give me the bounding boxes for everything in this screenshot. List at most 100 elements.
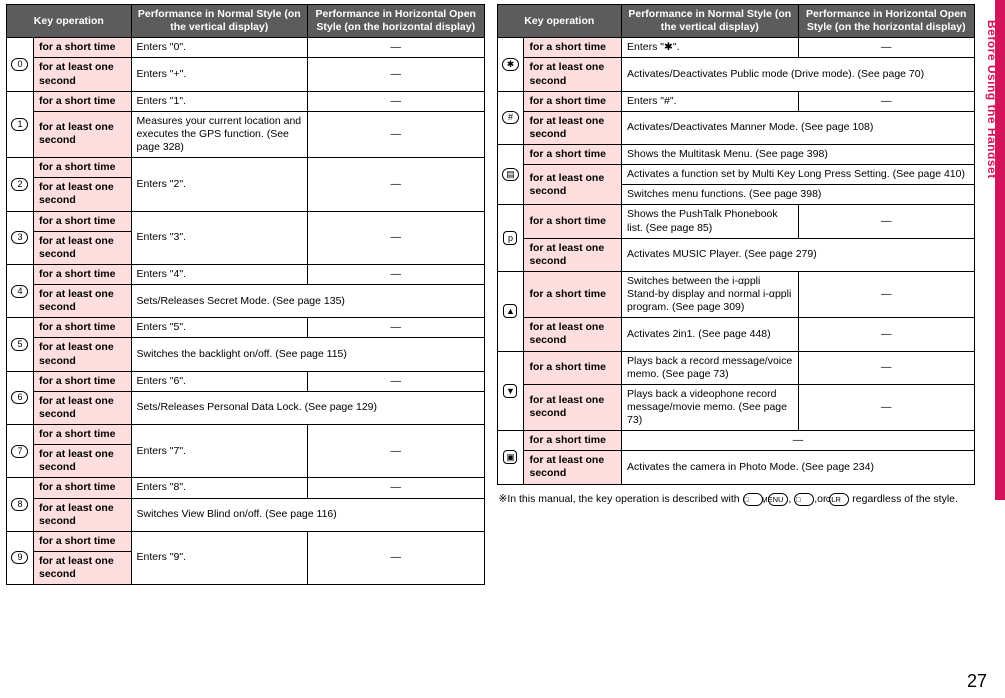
note-key-icon: □ bbox=[743, 493, 763, 506]
desc-h: — bbox=[798, 91, 975, 111]
desc: Enters "3". bbox=[131, 211, 307, 264]
desc: Enters "9". bbox=[131, 531, 307, 584]
duration: for at least one second bbox=[524, 451, 622, 484]
desc: Enters "5". bbox=[131, 318, 307, 338]
note-key-icon: CLR bbox=[829, 493, 849, 506]
desc: Sets/Releases Secret Mode. (See page 135… bbox=[131, 285, 484, 318]
desc-h: — bbox=[308, 38, 485, 58]
desc: Enters "1". bbox=[131, 91, 307, 111]
desc: Plays back a record message/voice memo. … bbox=[622, 351, 798, 384]
key-icon: ▼ bbox=[497, 351, 524, 431]
duration: for at least one second bbox=[524, 318, 622, 351]
desc: Enters "6". bbox=[131, 371, 307, 391]
duration: for a short time bbox=[33, 91, 131, 111]
key-icon: 3 bbox=[7, 211, 34, 264]
desc-h: — bbox=[308, 111, 485, 157]
desc: Enters "✱". bbox=[622, 38, 798, 58]
desc-h: — bbox=[308, 478, 485, 498]
th-key: Key operation bbox=[7, 5, 132, 38]
th-vert: Performance in Normal Style (on the vert… bbox=[131, 5, 307, 38]
key-icon: 4 bbox=[7, 264, 34, 317]
desc: Switches the backlight on/off. (See page… bbox=[131, 338, 484, 371]
left-table-container: Key operation Performance in Normal Styl… bbox=[6, 4, 485, 585]
desc-h: — bbox=[798, 271, 975, 317]
desc-h: — bbox=[308, 158, 485, 211]
duration: for a short time bbox=[524, 351, 622, 384]
footnote: ※In this manual, the key operation is de… bbox=[499, 493, 974, 507]
desc: Activates the camera in Photo Mode. (See… bbox=[622, 451, 975, 484]
desc: Activates/Deactivates Public mode (Drive… bbox=[622, 58, 975, 91]
duration: for a short time bbox=[33, 318, 131, 338]
duration: for a short time bbox=[33, 38, 131, 58]
desc-h: — bbox=[308, 264, 485, 284]
duration: for a short time bbox=[33, 425, 131, 445]
right-table-container: Key operation Performance in Normal Styl… bbox=[497, 4, 976, 585]
desc-h: — bbox=[308, 211, 485, 264]
desc: Activates MUSIC Player. (See page 279) bbox=[622, 238, 975, 271]
desc: Shows the PushTalk Phonebook list. (See … bbox=[622, 205, 798, 238]
duration: for a short time bbox=[524, 91, 622, 111]
key-icon: 9 bbox=[7, 531, 34, 584]
page-number: 27 bbox=[967, 671, 987, 692]
desc-h: — bbox=[798, 38, 975, 58]
desc: Sets/Releases Personal Data Lock. (See p… bbox=[131, 391, 484, 424]
desc: Switches menu functions. (See page 398) bbox=[622, 185, 975, 205]
desc: Switches View Blind on/off. (See page 11… bbox=[131, 498, 484, 531]
desc: Switches between the i-αppli Stand-by di… bbox=[622, 271, 798, 317]
desc: Measures your current location and execu… bbox=[131, 111, 307, 157]
duration: for at least one second bbox=[33, 111, 131, 157]
th-horiz: Performance in Horizontal Open Style (on… bbox=[308, 5, 485, 38]
left-table: Key operation Performance in Normal Styl… bbox=[6, 4, 485, 585]
duration: for a short time bbox=[33, 211, 131, 231]
duration: for a short time bbox=[33, 158, 131, 178]
duration: for at least one second bbox=[33, 551, 131, 584]
duration: for a short time bbox=[524, 205, 622, 238]
desc: Enters "0". bbox=[131, 38, 307, 58]
key-icon: ▲ bbox=[497, 271, 524, 351]
desc: Shows the Multitask Menu. (See page 398) bbox=[622, 145, 975, 165]
key-icon: 0 bbox=[7, 38, 34, 91]
desc: Activates a function set by Multi Key Lo… bbox=[622, 165, 975, 185]
key-icon: 6 bbox=[7, 371, 34, 424]
desc-h: — bbox=[308, 318, 485, 338]
duration: for at least one second bbox=[33, 178, 131, 211]
key-icon: ▤ bbox=[497, 145, 524, 205]
duration: for a short time bbox=[524, 145, 622, 165]
key-icon: 1 bbox=[7, 91, 34, 158]
duration: for at least one second bbox=[33, 285, 131, 318]
desc-h: — bbox=[308, 371, 485, 391]
duration: for at least one second bbox=[33, 338, 131, 371]
key-icon: 7 bbox=[7, 425, 34, 478]
duration: for a short time bbox=[33, 531, 131, 551]
duration: for a short time bbox=[33, 371, 131, 391]
section-tab: Before Using the Handset bbox=[985, 20, 999, 179]
desc-h: — bbox=[308, 425, 485, 478]
key-icon: 5 bbox=[7, 318, 34, 371]
note-key-icon: MENU bbox=[768, 493, 788, 506]
desc: Enters "4". bbox=[131, 264, 307, 284]
desc-h: — bbox=[308, 91, 485, 111]
desc: Enters "7". bbox=[131, 425, 307, 478]
desc: Enters "#". bbox=[622, 91, 798, 111]
duration: for a short time bbox=[524, 271, 622, 317]
duration: for a short time bbox=[33, 264, 131, 284]
desc-h: — bbox=[308, 58, 485, 91]
duration: for a short time bbox=[524, 38, 622, 58]
desc: Plays back a videophone record message/m… bbox=[622, 384, 798, 430]
duration: for at least one second bbox=[33, 231, 131, 264]
th-horiz: Performance in Horizontal Open Style (on… bbox=[798, 5, 975, 38]
duration: for at least one second bbox=[33, 498, 131, 531]
th-vert: Performance in Normal Style (on the vert… bbox=[622, 5, 798, 38]
th-key: Key operation bbox=[497, 5, 622, 38]
key-icon: p bbox=[497, 205, 524, 272]
key-icon: 2 bbox=[7, 158, 34, 211]
desc-h: — bbox=[798, 318, 975, 351]
desc-h: — bbox=[798, 384, 975, 430]
key-icon: ▣ bbox=[497, 431, 524, 484]
desc: Enters "8". bbox=[131, 478, 307, 498]
duration: for at least one second bbox=[524, 111, 622, 144]
desc-h: — bbox=[798, 351, 975, 384]
desc: Activates 2in1. (See page 448) bbox=[622, 318, 798, 351]
duration: for at least one second bbox=[524, 384, 622, 430]
duration: for at least one second bbox=[524, 238, 622, 271]
